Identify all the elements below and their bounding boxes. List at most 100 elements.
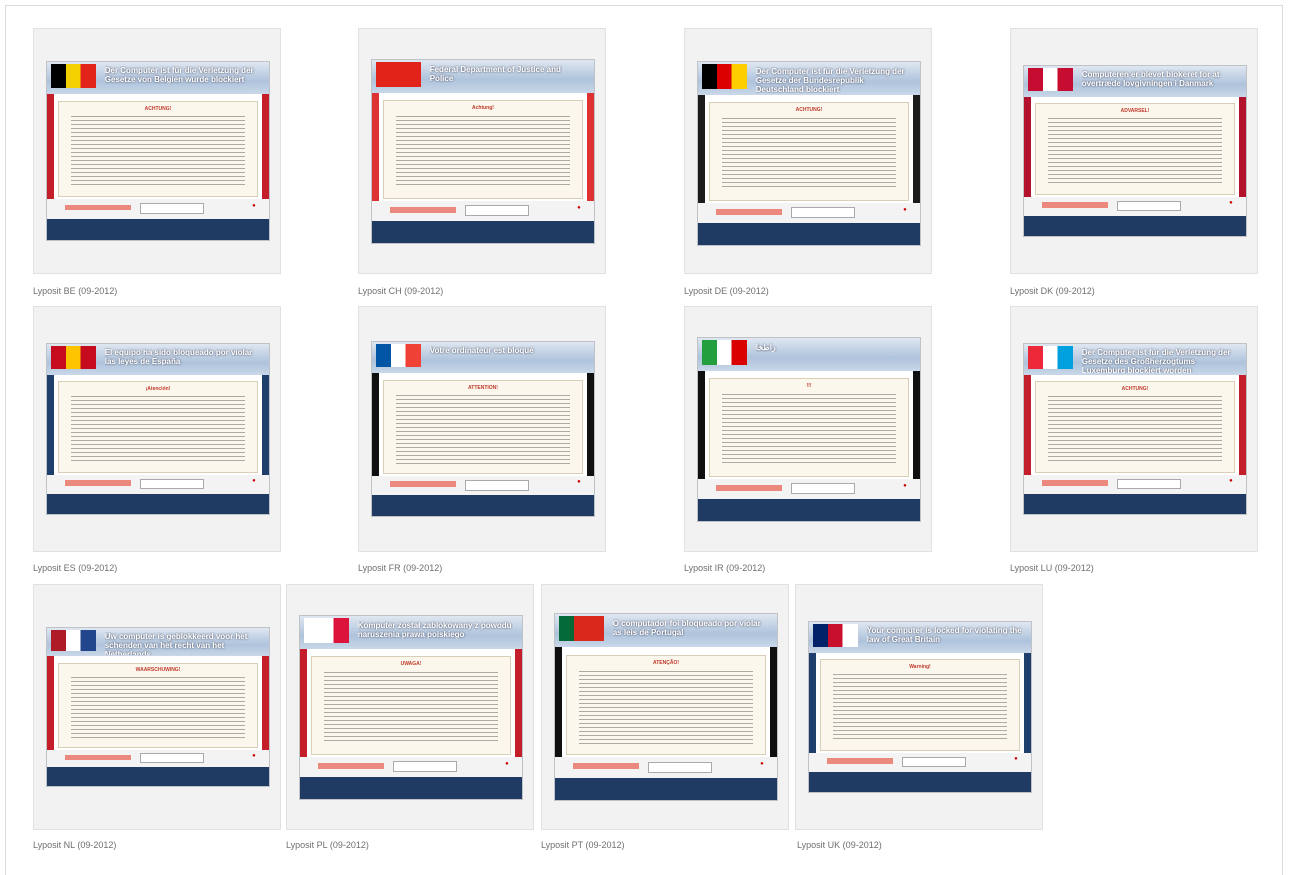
lock-header-title: راطخا (755, 342, 776, 352)
payment-bar: ● (372, 476, 594, 496)
ransomware-screenshot[interactable]: El equipo ha sido bloqueado por violar l… (46, 343, 270, 515)
left-border (809, 652, 816, 755)
payment-label (64, 754, 132, 760)
notice-body: ACHTUNG! (1035, 381, 1235, 474)
taskbar-strip (300, 777, 522, 799)
gallery-card[interactable]: Your computer is locked for violating th… (795, 584, 1043, 830)
ransomware-screenshot[interactable]: Federal Department of Justice and Police… (371, 59, 595, 244)
payment-label (1041, 202, 1109, 208)
payment-bar: ● (698, 202, 920, 224)
gallery-card[interactable]: Uw computer is geblokkeerd voor het sche… (33, 584, 281, 830)
lock-header-title: Der Computer ist für die Verletzung der … (1081, 348, 1231, 373)
lock-header-title: O computador foi bloqueado por violar as… (612, 618, 761, 637)
ransomware-screenshot[interactable]: راطخا!!! ● (697, 337, 921, 522)
gallery-caption[interactable]: Lyposit BE (09-2012) (33, 286, 117, 296)
notice-text-lines (70, 394, 246, 464)
ukash-logo-icon: ● (903, 206, 907, 213)
gallery-caption[interactable]: Lyposit NL (09-2012) (33, 840, 116, 850)
payment-bar: ● (1024, 196, 1246, 216)
ransomware-screenshot[interactable]: Komputer został zablokowany z powodu nar… (299, 615, 523, 800)
right-border (1239, 96, 1246, 199)
payment-bar: ● (555, 757, 777, 778)
gallery-card[interactable]: Federal Department of Justice and Police… (358, 28, 606, 274)
taskbar-strip (809, 771, 1031, 792)
taskbar-strip (698, 499, 920, 521)
voucher-code-input (648, 761, 713, 773)
payment-bar: ● (1024, 474, 1246, 494)
gallery-caption[interactable]: Lyposit CH (09-2012) (358, 286, 443, 296)
notice-text-lines (1047, 116, 1223, 186)
gallery-caption[interactable]: Lyposit PL (09-2012) (286, 840, 369, 850)
notice-text-lines (1047, 394, 1223, 464)
gallery-card[interactable]: Votre ordinateur est bloqué ATTENTION! ● (358, 306, 606, 552)
voucher-code-input (791, 483, 856, 495)
country-flag-icon (702, 339, 747, 365)
ransomware-screenshot[interactable]: Uw computer is geblokkeerd voor het sche… (46, 627, 270, 787)
gallery-card[interactable]: El equipo ha sido bloqueado por violar l… (33, 306, 281, 552)
right-border (262, 374, 269, 477)
ransomware-screenshot[interactable]: Your computer is locked for violating th… (808, 621, 1032, 793)
country-flag-icon (813, 623, 858, 647)
payment-bar: ● (47, 199, 269, 219)
taskbar-strip (372, 221, 594, 243)
payment-label (64, 480, 132, 486)
country-flag-icon (51, 629, 96, 652)
lock-header-title: Uw computer is geblokkeerd voor het sche… (104, 631, 248, 655)
gallery-caption[interactable]: Lyposit UK (09-2012) (797, 840, 882, 850)
ukash-logo-icon: ● (505, 760, 509, 767)
gallery-caption[interactable]: Lyposit ES (09-2012) (33, 563, 117, 573)
left-border (372, 92, 379, 203)
right-border (913, 370, 920, 481)
notice-text-lines (70, 114, 246, 187)
gallery-card[interactable]: راطخا!!! ● (684, 306, 932, 552)
ransomware-screenshot[interactable]: Votre ordinateur est bloqué ATTENTION! ● (371, 341, 595, 517)
ukash-logo-icon: ● (252, 202, 256, 209)
voucher-code-input (1117, 201, 1182, 212)
ransomware-screenshot[interactable]: Der Computer ist für die Verletzung der … (697, 61, 921, 246)
gallery-card[interactable]: Der Computer ist für die Verletzung der … (684, 28, 932, 274)
gallery-caption[interactable]: Lyposit LU (09-2012) (1010, 563, 1094, 573)
ukash-logo-icon: ● (1229, 200, 1233, 207)
gallery-caption[interactable]: Lyposit DK (09-2012) (1010, 286, 1095, 296)
lock-header: El equipo ha sido bloqueado por violar l… (47, 344, 269, 375)
ransomware-screenshot[interactable]: Computeren er blevet blokeret for at ove… (1023, 65, 1247, 237)
right-border (1239, 374, 1246, 477)
notice-body: ATTENTION! (383, 380, 583, 475)
lock-header: Komputer został zablokowany z powodu nar… (300, 616, 522, 649)
lock-header: Der Computer ist für die Verletzung der … (47, 62, 269, 95)
voucher-code-input (465, 480, 530, 491)
warning-heading: Warning! (909, 663, 931, 670)
payment-bar: ● (300, 756, 522, 778)
ransomware-screenshot[interactable]: O computador foi bloqueado por violar as… (554, 613, 778, 801)
ransomware-screenshot[interactable]: Der Computer ist für die Verletzung der … (46, 61, 270, 241)
notice-body: UWAGA! (311, 656, 511, 756)
ukash-logo-icon: ● (577, 204, 581, 211)
taskbar-strip (372, 495, 594, 516)
lock-header: راطخا (698, 338, 920, 371)
gallery-caption[interactable]: Lyposit IR (09-2012) (684, 563, 765, 573)
warning-heading: WAARSCHUWING! (135, 667, 181, 674)
notice-body: ADVARSEL! (1035, 103, 1235, 196)
gallery-card[interactable]: Der Computer ist für die Verletzung der … (1010, 306, 1258, 552)
lock-header: Der Computer ist für die Verletzung der … (1024, 344, 1246, 375)
gallery-card[interactable]: Computeren er blevet blokeret for at ove… (1010, 28, 1258, 274)
gallery-caption[interactable]: Lyposit DE (09-2012) (684, 286, 769, 296)
gallery-card[interactable]: O computador foi bloqueado por violar as… (541, 584, 789, 830)
warning-heading: ¡Atención! (145, 385, 171, 392)
gallery-card[interactable]: Komputer został zablokowany z powodu nar… (286, 584, 534, 830)
notice-text-lines (578, 668, 754, 745)
gallery-caption[interactable]: Lyposit FR (09-2012) (358, 563, 442, 573)
notice-body: ¡Atención! (58, 381, 258, 474)
lock-header-title: Your computer is locked for violating th… (866, 626, 1022, 645)
gallery-caption[interactable]: Lyposit PT (09-2012) (541, 840, 625, 850)
gallery-card[interactable]: Der Computer ist für die Verletzung der … (33, 28, 281, 274)
ransomware-screenshot[interactable]: Der Computer ist für die Verletzung der … (1023, 343, 1247, 515)
ukash-logo-icon: ● (252, 478, 256, 485)
notice-text-lines (721, 115, 897, 191)
lock-header-title: Federal Department of Justice and Police (429, 64, 561, 83)
lock-header-title: Komputer został zablokowany z powodu nar… (357, 620, 512, 639)
warning-heading: ACHTUNG! (1121, 385, 1149, 392)
country-flag-icon (51, 345, 96, 369)
notice-body: WAARSCHUWING! (58, 662, 258, 749)
notice-body: !!! (709, 378, 909, 478)
